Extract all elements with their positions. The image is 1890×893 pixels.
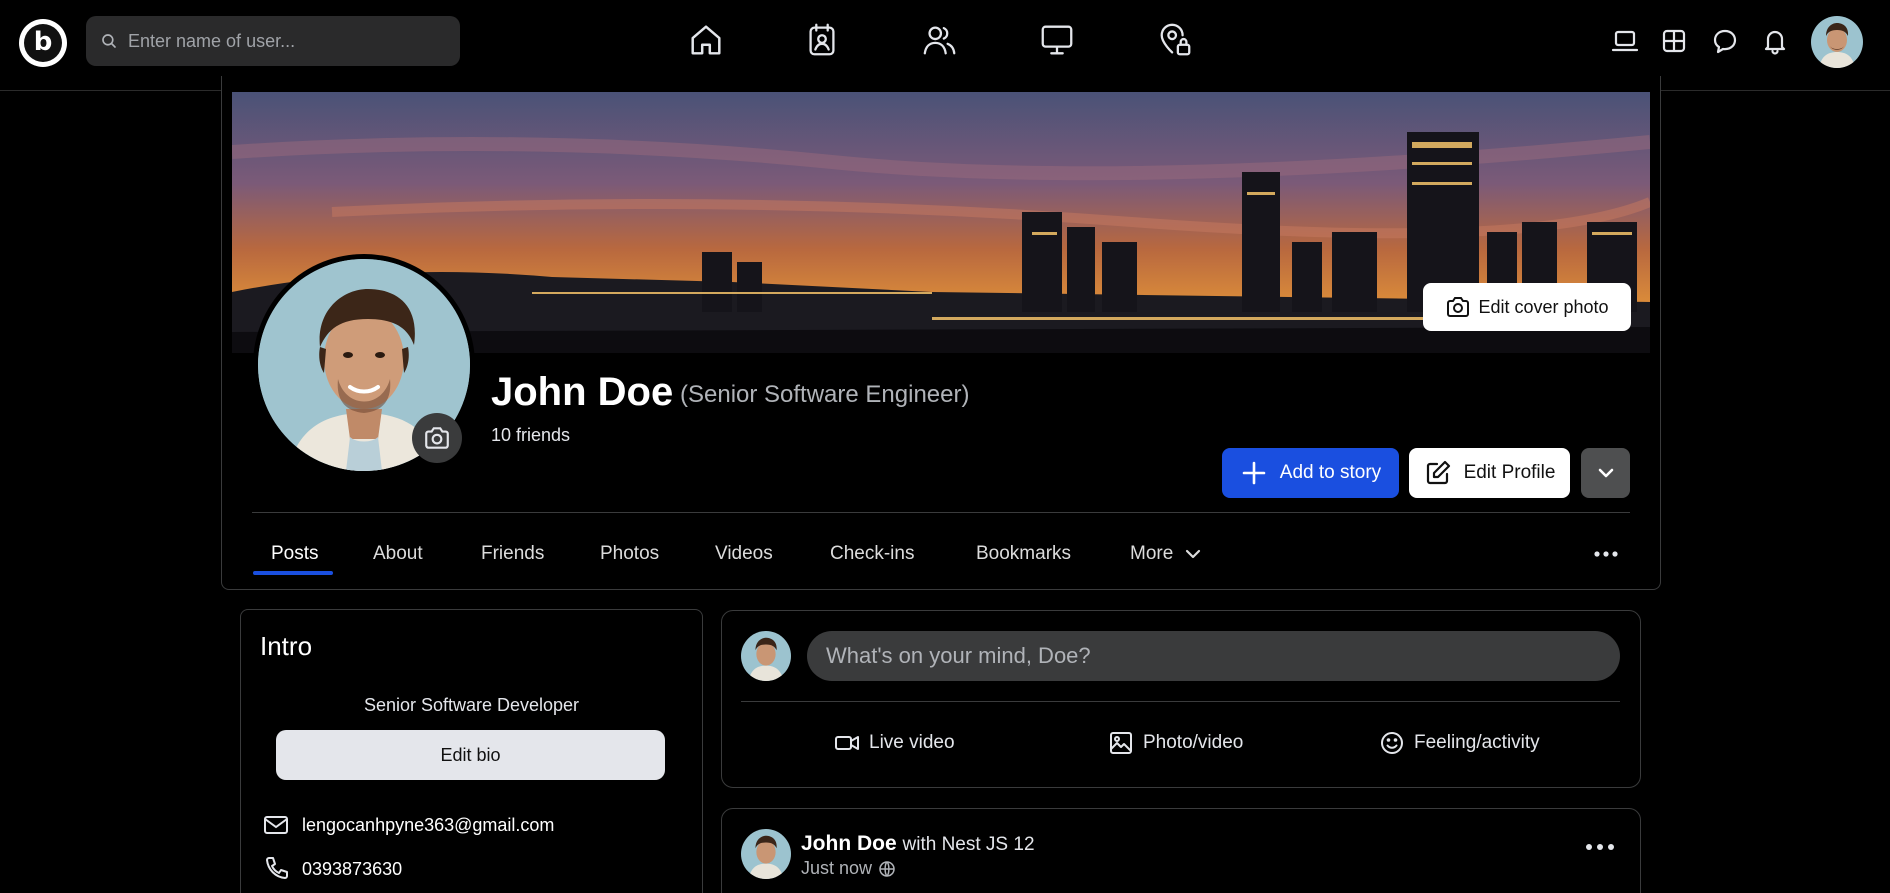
- nav-contacts[interactable]: [802, 20, 842, 60]
- avatar-image: [741, 829, 791, 879]
- profile-name: John Doe: [491, 370, 674, 414]
- image-icon: [1110, 732, 1132, 754]
- edit-cover-photo-label: Edit cover photo: [1478, 296, 1609, 317]
- tab-more[interactable]: More: [1130, 543, 1203, 565]
- tab-check-ins[interactable]: Check-ins: [830, 543, 914, 565]
- edit-cover-photo-button[interactable]: Edit cover photo: [1423, 283, 1631, 331]
- messenger-icon: [1713, 29, 1737, 54]
- feeling-activity-button[interactable]: Feeling/activity: [1379, 730, 1540, 756]
- post-time-text: Just now: [801, 858, 873, 878]
- tab-label: Bookmarks: [976, 543, 1072, 564]
- notifications-button[interactable]: [1759, 25, 1791, 57]
- change-profile-picture-button[interactable]: [412, 413, 462, 463]
- messenger-button[interactable]: [1709, 25, 1741, 57]
- post-with-text: with Nest JS 12: [902, 834, 1035, 855]
- email-text: lengocanhpyne363@gmail.com: [302, 814, 555, 835]
- tab-label: More: [1130, 543, 1174, 564]
- post-author-line: John Doe with Nest JS 12: [801, 832, 1035, 856]
- feeling-activity-label: Feeling/activity: [1414, 732, 1540, 753]
- nav-home[interactable]: [686, 20, 726, 60]
- friends-icon: [923, 26, 956, 55]
- tab-label: Photos: [600, 543, 660, 564]
- phone-text: 0393873630: [302, 858, 403, 879]
- camera-icon: [425, 427, 449, 449]
- profile-more-button[interactable]: [1581, 448, 1630, 498]
- contacts-book-icon: [809, 23, 835, 56]
- home-icon: [691, 25, 721, 55]
- search-input[interactable]: [128, 30, 448, 52]
- tab-label: Posts: [271, 543, 319, 564]
- tab-friends[interactable]: Friends: [481, 543, 544, 565]
- post-author-avatar[interactable]: [741, 829, 791, 879]
- photo-video-label: Photo/video: [1143, 732, 1244, 753]
- post-author-name[interactable]: John Doe: [801, 832, 897, 855]
- intro-title: Intro: [260, 631, 313, 661]
- tab-bookmarks[interactable]: Bookmarks: [976, 543, 1071, 565]
- avatar-image: [1811, 16, 1863, 68]
- edit-profile-label: Edit Profile: [1463, 462, 1556, 483]
- tab-label: Friends: [481, 543, 545, 564]
- video-camera-icon: [835, 736, 859, 750]
- chevron-down-icon: [1598, 468, 1613, 478]
- add-to-story-label: Add to story: [1279, 462, 1382, 483]
- post-options-icon[interactable]: [1584, 840, 1616, 854]
- composer-divider: [741, 701, 1620, 702]
- post-timestamp: Just now: [801, 858, 896, 879]
- bell-icon: [1764, 30, 1786, 55]
- tab-label: Check-ins: [830, 543, 915, 564]
- account-avatar[interactable]: [1811, 16, 1863, 68]
- tab-label: Videos: [715, 543, 773, 564]
- location-lock-icon: [1160, 23, 1191, 56]
- edit-profile-button[interactable]: Edit Profile: [1409, 448, 1570, 498]
- user-search-box[interactable]: [86, 16, 460, 66]
- live-video-label: Live video: [869, 732, 955, 753]
- photo-video-button[interactable]: Photo/video: [1108, 730, 1243, 756]
- contact-email: lengocanhpyne363@gmail.com: [262, 811, 554, 839]
- mail-icon: [264, 816, 288, 834]
- laptop-button[interactable]: [1609, 25, 1641, 57]
- chevron-down-icon: [1186, 549, 1201, 559]
- menu-grid-button[interactable]: [1658, 25, 1690, 57]
- nav-places[interactable]: [1155, 20, 1195, 60]
- tab-posts[interactable]: Posts: [271, 543, 319, 565]
- whats-on-your-mind-input[interactable]: What's on your mind, Doe?: [807, 631, 1620, 681]
- watch-monitor-icon: [1041, 25, 1073, 55]
- friends-count[interactable]: 10 friends: [491, 425, 570, 446]
- globe-icon: [879, 860, 895, 877]
- smiley-icon: [1381, 732, 1403, 754]
- add-to-story-button[interactable]: Add to story: [1222, 448, 1399, 498]
- composer-avatar[interactable]: [741, 631, 791, 681]
- nav-watch[interactable]: [1037, 20, 1077, 60]
- tab-about[interactable]: About: [373, 543, 423, 565]
- laptop-icon: [1611, 30, 1639, 52]
- edit-bio-button[interactable]: Edit bio: [276, 730, 665, 780]
- phone-icon: [266, 857, 288, 879]
- active-tab-indicator: [253, 571, 333, 575]
- camera-icon: [1447, 297, 1470, 317]
- avatar-image: [741, 631, 791, 681]
- plus-icon: [1242, 461, 1266, 485]
- nav-friends[interactable]: [920, 20, 960, 60]
- tab-label: About: [373, 543, 423, 564]
- live-video-button[interactable]: Live video: [834, 730, 955, 756]
- contact-phone: 0393873630: [262, 855, 402, 883]
- app-logo[interactable]: b: [19, 19, 67, 67]
- tab-photos[interactable]: Photos: [600, 543, 659, 565]
- search-icon: [102, 34, 116, 48]
- logo-letter: b: [24, 24, 62, 62]
- intro-bio: Senior Software Developer: [363, 695, 580, 715]
- profile-divider: [252, 512, 1630, 513]
- edit-pencil-icon: [1426, 460, 1450, 485]
- tab-videos[interactable]: Videos: [715, 543, 773, 565]
- grid-menu-icon: [1662, 29, 1686, 53]
- profile-job-title: (Senior Software Engineer): [680, 381, 970, 408]
- more-options-icon[interactable]: [1592, 544, 1620, 564]
